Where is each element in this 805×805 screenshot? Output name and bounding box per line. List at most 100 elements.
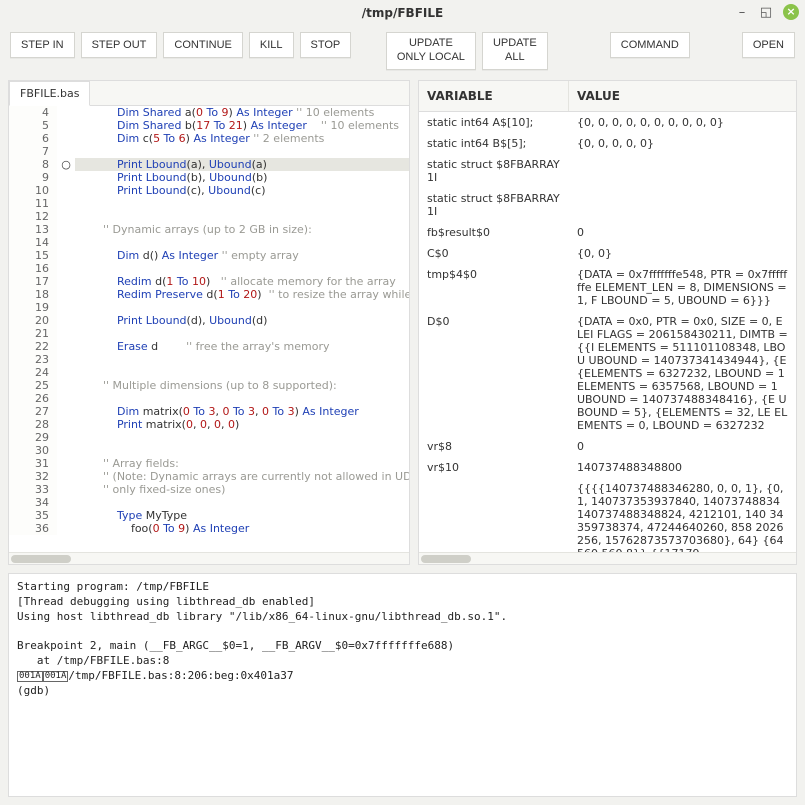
breakpoint-marker-icon[interactable] [57, 418, 75, 431]
code-line[interactable]: 5 Dim Shared b(17 To 21) As Integer '' 1… [9, 119, 409, 132]
variable-row[interactable]: {{{{140737488346280, 0, 0, 1}, {0, 1, 14… [419, 478, 796, 553]
variable-row[interactable]: vr$80 [419, 436, 796, 457]
breakpoint-marker-icon[interactable] [57, 496, 75, 509]
line-number: 16 [9, 262, 57, 275]
variables-table[interactable]: static int64 A$[10];{0, 0, 0, 0, 0, 0, 0… [419, 112, 796, 553]
code-line[interactable]: 6 Dim c(5 To 6) As Integer '' 2 elements [9, 132, 409, 145]
step-out-button[interactable]: STEP OUT [81, 32, 158, 58]
code-line[interactable]: 25 '' Multiple dimensions (up to 8 suppo… [9, 379, 409, 392]
breakpoint-marker-icon[interactable] [57, 184, 75, 197]
vars-hscroll-thumb[interactable] [421, 555, 471, 563]
code-line[interactable]: 18 Redim Preserve d(1 To 20) '' to resiz… [9, 288, 409, 301]
code-line[interactable]: 19 [9, 301, 409, 314]
minimize-icon[interactable]: – [735, 5, 749, 19]
vars-hscrollbar[interactable] [419, 552, 796, 564]
code-scroll[interactable]: 4 Dim Shared a(0 To 9) As Integer '' 10 … [9, 106, 409, 553]
code-line[interactable]: 36 foo(0 To 9) As Integer [9, 522, 409, 535]
breakpoint-marker-icon[interactable] [57, 431, 75, 444]
code-line[interactable]: 13 '' Dynamic arrays (up to 2 GB in size… [9, 223, 409, 236]
line-number: 28 [9, 418, 57, 431]
code-line[interactable]: 24 [9, 366, 409, 379]
variable-row[interactable]: C$0{0, 0} [419, 243, 796, 264]
code-area[interactable]: 4 Dim Shared a(0 To 9) As Integer '' 10 … [9, 106, 409, 553]
code-line[interactable]: 14 [9, 236, 409, 249]
breakpoint-marker-icon[interactable] [57, 249, 75, 262]
breakpoint-marker-icon[interactable] [57, 275, 75, 288]
breakpoint-marker-icon[interactable] [57, 197, 75, 210]
code-line[interactable]: 31 '' Array fields: [9, 457, 409, 470]
breakpoint-marker-icon[interactable] [57, 236, 75, 249]
update-only-local-button[interactable]: UPDATE ONLY LOCAL [386, 32, 476, 70]
code-line[interactable]: 21 [9, 327, 409, 340]
breakpoint-marker-icon[interactable] [57, 470, 75, 483]
variable-row[interactable]: vr$10140737488348800 [419, 457, 796, 478]
breakpoint-marker-icon[interactable] [57, 171, 75, 184]
tab-fbfile[interactable]: FBFILE.bas [9, 81, 90, 106]
breakpoint-marker-icon[interactable] [57, 223, 75, 236]
variable-row[interactable]: static struct $8FBARRAY1I [419, 154, 796, 188]
breakpoint-marker-icon[interactable] [57, 314, 75, 327]
continue-button[interactable]: CONTINUE [163, 32, 242, 58]
code-line[interactable]: 9 Print Lbound(b), Ubound(b) [9, 171, 409, 184]
update-all-button[interactable]: UPDATE ALL [482, 32, 548, 70]
command-button[interactable]: COMMAND [610, 32, 690, 58]
breakpoint-marker-icon[interactable] [57, 457, 75, 470]
code-line[interactable]: 34 [9, 496, 409, 509]
variable-row[interactable]: fb$result$00 [419, 222, 796, 243]
breakpoint-marker-icon[interactable] [57, 366, 75, 379]
code-line[interactable]: 22 Erase d '' free the array's memory [9, 340, 409, 353]
code-line[interactable]: 33 '' only fixed-size ones) [9, 483, 409, 496]
console-output[interactable]: Starting program: /tmp/FBFILE [Thread de… [8, 573, 797, 797]
code-line[interactable]: 29 [9, 431, 409, 444]
breakpoint-marker-icon[interactable] [57, 288, 75, 301]
breakpoint-marker-icon[interactable] [57, 132, 75, 145]
breakpoint-marker-icon[interactable] [57, 522, 75, 535]
variable-row[interactable]: tmp$4$0{DATA = 0x7fffffffe548, PTR = 0x7… [419, 264, 796, 311]
breakpoint-marker-icon[interactable] [57, 444, 75, 457]
code-line[interactable]: 16 [9, 262, 409, 275]
code-line[interactable]: 30 [9, 444, 409, 457]
code-line[interactable]: 11 [9, 197, 409, 210]
code-line[interactable]: 12 [9, 210, 409, 223]
code-line[interactable]: 28 Print matrix(0, 0, 0, 0) [9, 418, 409, 431]
breakpoint-marker-icon[interactable]: ○ [57, 158, 75, 171]
breakpoint-marker-icon[interactable] [57, 405, 75, 418]
breakpoint-marker-icon[interactable] [57, 340, 75, 353]
code-hscroll-thumb[interactable] [11, 555, 71, 563]
code-line[interactable]: 26 [9, 392, 409, 405]
variable-row[interactable]: static struct $8FBARRAY1I [419, 188, 796, 222]
code-line[interactable]: 8○ Print Lbound(a), Ubound(a) [9, 158, 409, 171]
kill-button[interactable]: KILL [249, 32, 294, 58]
code-line[interactable]: 35 Type MyType [9, 509, 409, 522]
breakpoint-marker-icon[interactable] [57, 145, 75, 158]
close-icon[interactable]: × [783, 4, 799, 20]
variable-row[interactable]: static int64 A$[10];{0, 0, 0, 0, 0, 0, 0… [419, 112, 796, 133]
breakpoint-marker-icon[interactable] [57, 392, 75, 405]
breakpoint-marker-icon[interactable] [57, 301, 75, 314]
code-line[interactable]: 23 [9, 353, 409, 366]
step-in-button[interactable]: STEP IN [10, 32, 75, 58]
variable-row[interactable]: D$0{DATA = 0x0, PTR = 0x0, SIZE = 0, ELE… [419, 311, 796, 436]
code-line[interactable]: 32 '' (Note: Dynamic arrays are currentl… [9, 470, 409, 483]
open-button[interactable]: OPEN [742, 32, 795, 58]
breakpoint-marker-icon[interactable] [57, 483, 75, 496]
code-line[interactable]: 7 [9, 145, 409, 158]
code-line[interactable]: 17 Redim d(1 To 10) '' allocate memory f… [9, 275, 409, 288]
code-line[interactable]: 27 Dim matrix(0 To 3, 0 To 3, 0 To 3) As… [9, 405, 409, 418]
breakpoint-marker-icon[interactable] [57, 262, 75, 275]
code-line[interactable]: 15 Dim d() As Integer '' empty array [9, 249, 409, 262]
breakpoint-marker-icon[interactable] [57, 106, 75, 119]
breakpoint-marker-icon[interactable] [57, 119, 75, 132]
code-hscrollbar[interactable] [9, 552, 409, 564]
breakpoint-marker-icon[interactable] [57, 509, 75, 522]
code-line[interactable]: 4 Dim Shared a(0 To 9) As Integer '' 10 … [9, 106, 409, 119]
maximize-icon[interactable]: ◱ [759, 5, 773, 19]
stop-button[interactable]: STOP [300, 32, 352, 58]
breakpoint-marker-icon[interactable] [57, 379, 75, 392]
code-line[interactable]: 10 Print Lbound(c), Ubound(c) [9, 184, 409, 197]
breakpoint-marker-icon[interactable] [57, 210, 75, 223]
breakpoint-marker-icon[interactable] [57, 353, 75, 366]
code-line[interactable]: 20 Print Lbound(d), Ubound(d) [9, 314, 409, 327]
variable-row[interactable]: static int64 B$[5];{0, 0, 0, 0, 0} [419, 133, 796, 154]
breakpoint-marker-icon[interactable] [57, 327, 75, 340]
